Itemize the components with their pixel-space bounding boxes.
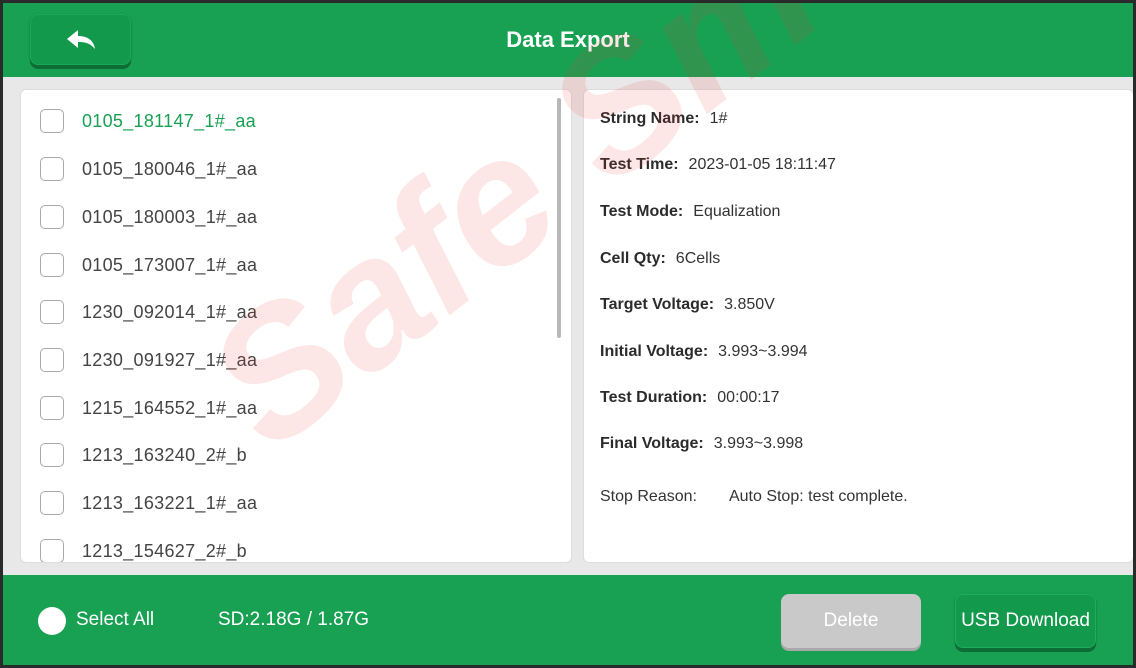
file-name: 0105_180046_1#_aa xyxy=(82,158,258,179)
back-button[interactable] xyxy=(30,14,131,65)
file-checkbox[interactable] xyxy=(40,300,64,324)
file-name: 1213_163221_1#_aa xyxy=(82,492,258,513)
file-name: 1213_163240_2#_b xyxy=(82,444,247,465)
select-all-label[interactable]: Select All xyxy=(76,609,154,631)
file-list-panel: 0105_181147_1#_aa 0105_180046_1#_aa 0105… xyxy=(20,89,572,563)
sd-storage-info: SD:2.18G / 1.87G xyxy=(218,609,370,630)
file-list-item[interactable]: 1230_091927_1#_aa xyxy=(21,336,551,384)
back-arrow-icon xyxy=(66,29,95,49)
test-mode-value: Equalization xyxy=(693,203,781,220)
file-list-item[interactable]: 0105_180003_1#_aa xyxy=(21,193,551,241)
file-list-item[interactable]: 1215_164552_1#_aa xyxy=(21,384,551,432)
file-list-item[interactable]: 0105_180046_1#_aa xyxy=(21,145,551,193)
file-checkbox[interactable] xyxy=(40,539,64,562)
final-voltage-row: Final Voltage: 3.993~3.998 xyxy=(600,435,803,453)
file-checkbox[interactable] xyxy=(40,491,64,515)
final-voltage-label: Final Voltage: xyxy=(600,435,704,452)
file-list-item[interactable]: 0105_181147_1#_aa xyxy=(21,97,551,145)
test-time-value: 2023-01-05 18:11:47 xyxy=(688,156,836,173)
footer-bar: Select All SD:2.18G / 1.87G Delete USB D… xyxy=(3,575,1133,665)
cell-qty-row: Cell Qty: 6Cells xyxy=(600,250,720,268)
file-list-item[interactable]: 1213_154627_2#_b xyxy=(21,527,551,562)
final-voltage-value: 3.993~3.998 xyxy=(713,435,804,452)
stop-reason-label: Stop Reason: xyxy=(600,488,697,505)
file-list-item[interactable]: 1230_092014_1#_aa xyxy=(21,288,551,336)
file-name: 1215_164552_1#_aa xyxy=(82,397,258,418)
file-details-panel: String Name: 1# Test Time: 2023-01-05 18… xyxy=(583,89,1133,563)
test-mode-label: Test Mode: xyxy=(600,203,684,220)
string-name-row: String Name: 1# xyxy=(600,110,727,128)
cell-qty-label: Cell Qty: xyxy=(600,250,666,267)
stop-reason-row: Stop Reason: Auto Stop: test complete. xyxy=(600,488,908,506)
test-mode-row: Test Mode: Equalization xyxy=(600,203,780,221)
file-name: 0105_181147_1#_aa xyxy=(82,110,256,131)
file-checkbox[interactable] xyxy=(40,157,64,181)
target-voltage-row: Target Voltage: 3.850V xyxy=(600,296,775,314)
target-voltage-value: 3.850V xyxy=(724,296,775,313)
file-list-scrollbar[interactable] xyxy=(557,98,561,338)
header-bar: Data Export xyxy=(3,3,1133,77)
test-duration-row: Test Duration: 00:00:17 xyxy=(600,389,780,407)
file-checkbox[interactable] xyxy=(40,109,64,133)
test-time-row: Test Time: 2023-01-05 18:11:47 xyxy=(600,156,836,174)
cell-qty-value: 6Cells xyxy=(675,250,721,267)
usb-download-button[interactable]: USB Download xyxy=(955,594,1096,648)
file-list-item[interactable]: 0105_173007_1#_aa xyxy=(21,241,551,289)
select-all-radio[interactable] xyxy=(38,607,66,635)
stop-reason-value: Auto Stop: test complete. xyxy=(728,488,908,505)
initial-voltage-row: Initial Voltage: 3.993~3.994 xyxy=(600,343,808,361)
file-name: 0105_180003_1#_aa xyxy=(82,206,258,227)
file-list-item[interactable]: 1213_163221_1#_aa xyxy=(21,479,551,527)
file-checkbox[interactable] xyxy=(40,396,64,420)
file-checkbox[interactable] xyxy=(40,348,64,372)
test-time-label: Test Time: xyxy=(600,156,679,173)
file-name: 1230_092014_1#_aa xyxy=(82,301,258,322)
test-duration-value: 00:00:17 xyxy=(717,389,780,406)
file-checkbox[interactable] xyxy=(40,205,64,229)
file-list-item[interactable]: 1213_163240_2#_b xyxy=(21,431,551,479)
file-name: 1213_154627_2#_b xyxy=(82,540,247,561)
app-frame: Data Export 0105_181147_1#_aa 0105_18004… xyxy=(0,0,1136,668)
delete-button[interactable]: Delete xyxy=(781,594,921,648)
file-name: 0105_173007_1#_aa xyxy=(82,254,258,275)
file-checkbox[interactable] xyxy=(40,443,64,467)
string-name-value: 1# xyxy=(709,110,728,127)
file-checkbox[interactable] xyxy=(40,253,64,277)
initial-voltage-value: 3.993~3.994 xyxy=(718,343,808,360)
target-voltage-label: Target Voltage: xyxy=(600,296,715,313)
string-name-label: String Name: xyxy=(600,110,700,127)
page-title: Data Export xyxy=(506,27,630,52)
file-name: 1230_091927_1#_aa xyxy=(82,349,258,370)
initial-voltage-label: Initial Voltage: xyxy=(600,343,709,360)
test-duration-label: Test Duration: xyxy=(600,389,708,406)
